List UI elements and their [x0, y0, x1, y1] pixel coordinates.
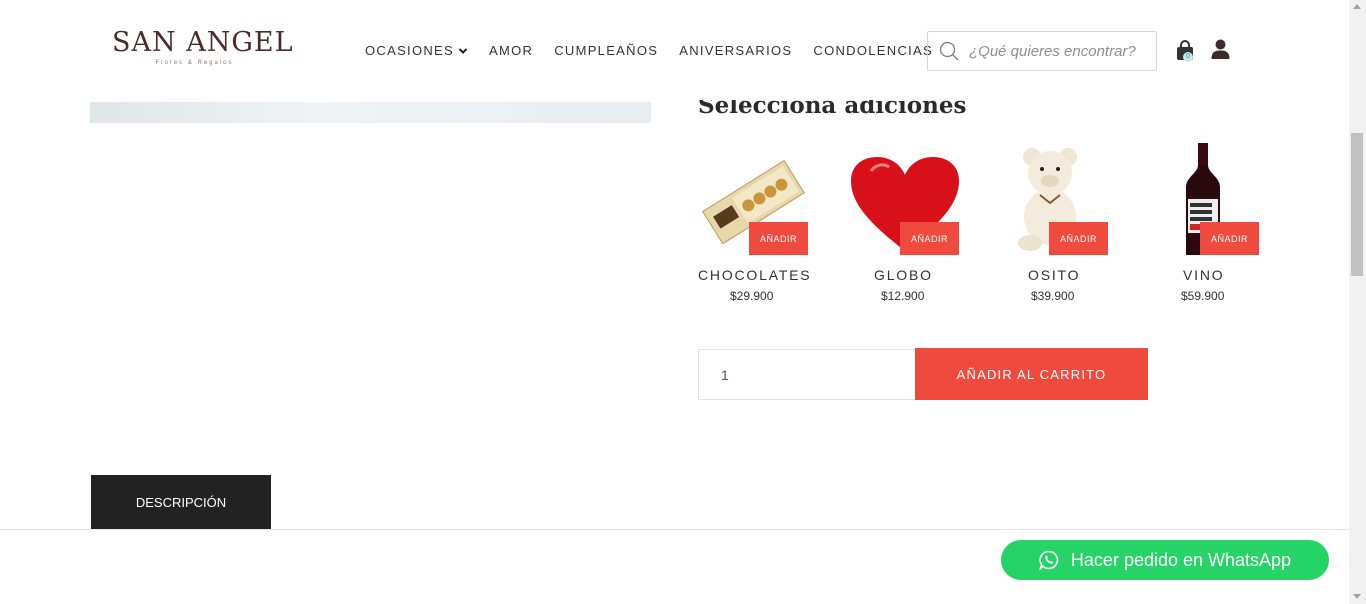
addon-price: $59.900 — [1181, 289, 1225, 303]
addon-card-chocolates: AÑADIR CHOCOLATES $29.900 — [698, 143, 810, 303]
nav-item-label: CUMPLEAÑOS — [554, 43, 659, 58]
nav-item-cumpleanos[interactable]: CUMPLEAÑOS — [554, 43, 658, 58]
addon-image: AÑADIR — [1150, 143, 1262, 255]
add-addon-button[interactable]: AÑADIR — [1049, 222, 1108, 255]
nav-item-label: AMOR — [489, 43, 534, 58]
logo-text: SAN ANGEL — [112, 27, 294, 58]
addon-card-vino: AÑADIR VINO $59.900 — [1150, 143, 1262, 303]
addon-card-osito: AÑADIR OSITO $39.900 — [1000, 143, 1112, 303]
tab-description[interactable]: DESCRIPCIÓN — [91, 475, 271, 530]
add-addon-button[interactable]: AÑADIR — [1200, 222, 1259, 255]
addon-card-globo: AÑADIR GLOBO $12.900 — [849, 143, 961, 303]
add-addon-button[interactable]: AÑADIR — [900, 222, 959, 255]
quantity-input[interactable] — [698, 349, 916, 400]
addon-image: AÑADIR — [698, 143, 810, 255]
page-scrollbar[interactable] — [1349, 0, 1366, 604]
addon-price: $29.900 — [730, 289, 774, 303]
scrollbar-thumb[interactable] — [1351, 133, 1363, 276]
site-logo[interactable]: SAN ANGEL Flores & Regalos — [112, 27, 294, 67]
main-nav: OCASIONES AMOR CUMPLEAÑOS ANIVERSARIOS C… — [365, 43, 954, 58]
whatsapp-label: Hacer pedido en WhatsApp — [1070, 549, 1292, 570]
addon-name: VINO — [1183, 267, 1225, 283]
nav-item-amor[interactable]: AMOR — [489, 43, 533, 58]
chevron-down-icon — [458, 47, 468, 54]
whatsapp-order-button[interactable]: Hacer pedido en WhatsApp — [1001, 540, 1329, 580]
user-icon[interactable] — [1211, 39, 1230, 59]
addon-name: OSITO — [1028, 267, 1081, 283]
addon-name: GLOBO — [874, 267, 933, 283]
addon-price: $39.900 — [1031, 289, 1075, 303]
addon-image: AÑADIR — [1000, 143, 1112, 255]
search-box — [927, 31, 1157, 71]
addon-price: $12.900 — [881, 289, 925, 303]
product-image — [90, 102, 651, 123]
addon-name: CHOCOLATES — [698, 267, 812, 283]
logo-tagline: Flores & Regalos — [155, 60, 234, 66]
search-icon[interactable] — [939, 41, 959, 61]
divider — [0, 529, 1349, 530]
nav-item-label: CONDOLENCIAS — [813, 43, 933, 58]
nav-item-ocasiones[interactable]: OCASIONES — [365, 43, 468, 58]
scroll-up-arrow-icon[interactable] — [1353, 4, 1361, 9]
add-to-cart-button[interactable]: AÑADIR AL CARRITO — [915, 348, 1148, 400]
scroll-down-arrow-icon[interactable] — [1353, 594, 1361, 599]
add-addon-button[interactable]: AÑADIR — [749, 222, 808, 255]
nav-item-label: OCASIONES — [365, 43, 454, 58]
addon-image: AÑADIR — [849, 143, 961, 255]
site-header: SAN ANGEL Flores & Regalos OCASIONES AMO… — [0, 0, 1349, 100]
nav-item-aniversarios[interactable]: ANIVERSARIOS — [679, 43, 792, 58]
nav-item-condolencias[interactable]: CONDOLENCIAS — [813, 43, 933, 58]
whatsapp-icon — [1039, 550, 1059, 570]
search-input[interactable] — [969, 42, 1149, 60]
cart-count-badge: 0 — [1183, 52, 1193, 62]
nav-item-label: ANIVERSARIOS — [679, 43, 793, 58]
